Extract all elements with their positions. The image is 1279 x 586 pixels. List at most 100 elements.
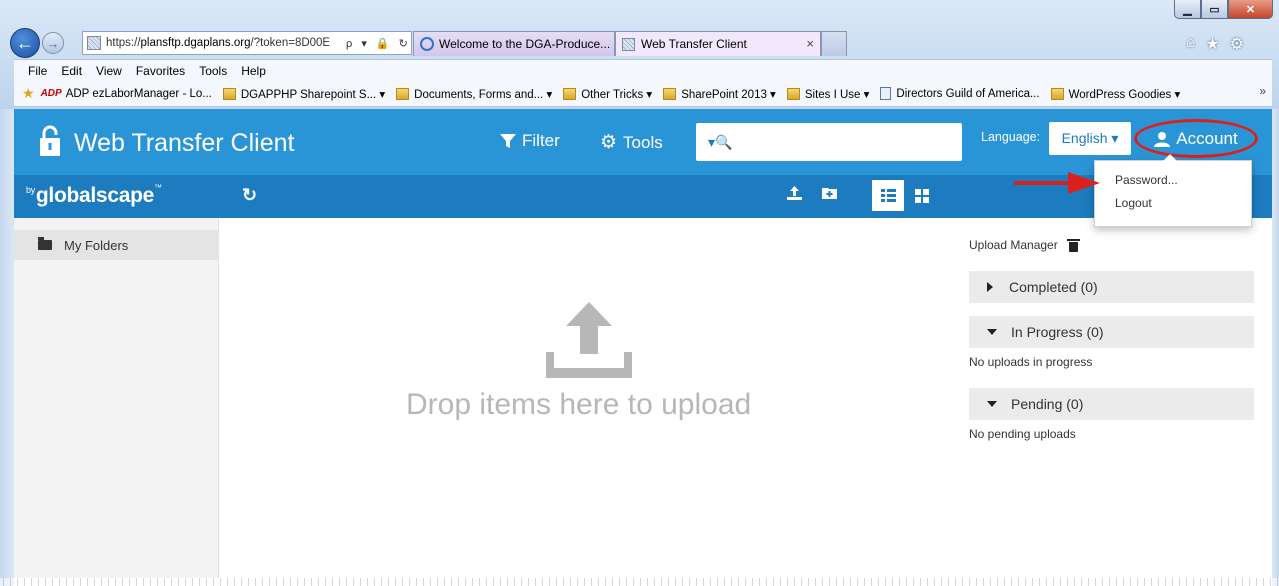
lock-icon [40,125,60,156]
menu-tools[interactable]: Tools [199,64,227,78]
app-title: Web Transfer Client [74,129,295,157]
upload-arrow-icon [546,302,632,378]
menu-bar: File Edit View Favorites Tools Help [14,59,1272,81]
fav-label: SharePoint 2013 ▾ [681,88,776,101]
tab-dga-welcome[interactable]: Welcome to the DGA-Produce... [413,31,615,56]
list-view-icon [880,189,896,202]
search-icon[interactable]: ▾🔍 [708,134,732,151]
account-label: Account [1176,128,1238,148]
menu-help[interactable]: Help [241,64,266,78]
address-url: https://plansftp.dgaplans.org/?token=8D0… [106,37,331,49]
section-label: In Progress (0) [1011,324,1104,340]
sidebar-item-label: My Folders [64,237,129,253]
sidebar-item-my-folders[interactable]: My Folders [14,230,219,260]
window-frame-right [1272,109,1279,586]
add-favorite-icon[interactable]: ★ [22,85,35,102]
folder-icon [1050,87,1064,100]
sidebar: My Folders [14,218,219,578]
trash-icon[interactable] [1066,238,1080,252]
account-button[interactable]: Account [1134,119,1258,158]
navigation-row: ← → https://plansftp.dgaplans.org/?token… [8,28,1272,58]
menu-edit[interactable]: Edit [61,64,82,78]
window-frame-left [0,109,14,586]
gear-icon[interactable]: ⚙ [1230,34,1244,54]
menu-view[interactable]: View [96,64,122,78]
tools-button[interactable]: ⚙ Tools [600,131,663,154]
fav-label: WordPress Goodies ▾ [1068,88,1181,101]
close-tab-icon[interactable]: × [806,36,814,51]
upload-manager-header: Upload Manager [969,238,1080,252]
fav-label: ADP ezLaborManager - Lo... [65,87,212,100]
close-window-button[interactable]: ✕ [1228,0,1273,19]
caret-down-icon [987,401,997,407]
address-bar[interactable]: https://plansftp.dgaplans.org/?token=8D0… [82,31,412,55]
annotation-arrow-icon [1014,172,1100,194]
favorites-overflow-icon[interactable]: » [1259,84,1266,98]
completed-section[interactable]: Completed (0) [969,271,1254,303]
adp-icon: ADP [40,88,62,99]
menu-file[interactable]: File [28,64,47,78]
logout-menu-item[interactable]: Logout [1095,196,1251,219]
fav-adp[interactable]: ADP ADP ezLaborManager - Lo... [41,88,212,100]
home-icon[interactable]: ⌂ [1186,34,1196,54]
search-input[interactable] [738,134,959,150]
drop-zone[interactable]: Drop items here to upload [220,218,955,578]
search-box[interactable]: ▾🔍 [696,123,962,161]
folder-icon [396,87,410,100]
fav-other-tricks[interactable]: Other Tricks ▾ [563,87,652,101]
password-menu-item[interactable]: Password... [1095,173,1251,196]
site-favicon-icon [622,37,635,51]
caret-down-icon [987,329,997,335]
list-view-button[interactable] [872,180,904,211]
menu-favorites[interactable]: Favorites [136,64,185,78]
language-label: Language: [981,130,1041,144]
pending-section[interactable]: Pending (0) [969,388,1254,420]
upload-icon[interactable] [787,186,802,203]
torn-edge [0,578,1279,586]
tab-label: Welcome to the DGA-Produce... [439,37,611,51]
filter-icon [500,134,516,148]
account-dropdown: Password... Logout [1094,154,1252,227]
folder-icon [786,87,800,100]
browser-right-icons: ⌂ ★ ⚙ [1186,34,1244,54]
drop-zone-text: Drop items here to upload [406,388,752,421]
tab-label: Web Transfer Client [641,37,747,51]
globalscape-logo: byglobalscape™ [26,183,162,207]
filter-button[interactable]: Filter [500,131,560,151]
tab-web-transfer-client[interactable]: Web Transfer Client × [615,31,821,56]
grid-view-icon [915,188,929,203]
site-favicon-icon [87,36,101,50]
filter-label: Filter [522,131,560,150]
window-controls: ▁ ▭ ✕ [1174,0,1273,19]
address-tools[interactable]: ρ ▾ 🔒 ↻ [346,37,411,50]
new-folder-icon[interactable] [822,186,837,202]
gear-icon: ⚙ [600,132,618,153]
fav-sharepoint[interactable]: SharePoint 2013 ▾ [663,87,776,101]
user-icon [1154,131,1171,147]
caret-right-icon [987,282,993,292]
ie-icon [420,37,434,51]
app-header: Web Transfer Client Filter ⚙ Tools ▾🔍 La… [14,109,1272,175]
in-progress-section[interactable]: In Progress (0) [969,316,1254,348]
folder-icon [222,87,236,100]
browser-chrome: ▁ ▭ ✕ ← → https://plansftp.dgaplans.org/… [0,0,1279,109]
fav-dgapphp[interactable]: DGAPPHP Sharepoint S... ▾ [222,87,386,101]
new-tab-button[interactable] [821,31,847,56]
grid-view-button[interactable] [906,180,938,211]
back-button[interactable]: ← [10,28,40,58]
minimize-button[interactable]: ▁ [1174,0,1201,19]
forward-button[interactable]: → [42,32,64,54]
fav-label: Sites I Use ▾ [804,88,870,101]
section-label: Pending (0) [1011,396,1084,412]
section-label: Completed (0) [1009,279,1098,295]
fav-wordpress[interactable]: WordPress Goodies ▾ [1050,87,1181,101]
maximize-button[interactable]: ▭ [1201,0,1228,19]
fav-label: DGAPPHP Sharepoint S... ▾ [240,88,386,101]
language-select[interactable]: English ▾ [1049,122,1131,155]
upload-manager-title: Upload Manager [969,238,1058,252]
refresh-icon[interactable]: ↻ [242,185,257,206]
fav-dga[interactable]: Directors Guild of America... [880,87,1040,100]
fav-sites[interactable]: Sites I Use ▾ [786,87,870,101]
favorites-star-icon[interactable]: ★ [1205,34,1219,54]
fav-documents[interactable]: Documents, Forms and... ▾ [396,87,552,101]
